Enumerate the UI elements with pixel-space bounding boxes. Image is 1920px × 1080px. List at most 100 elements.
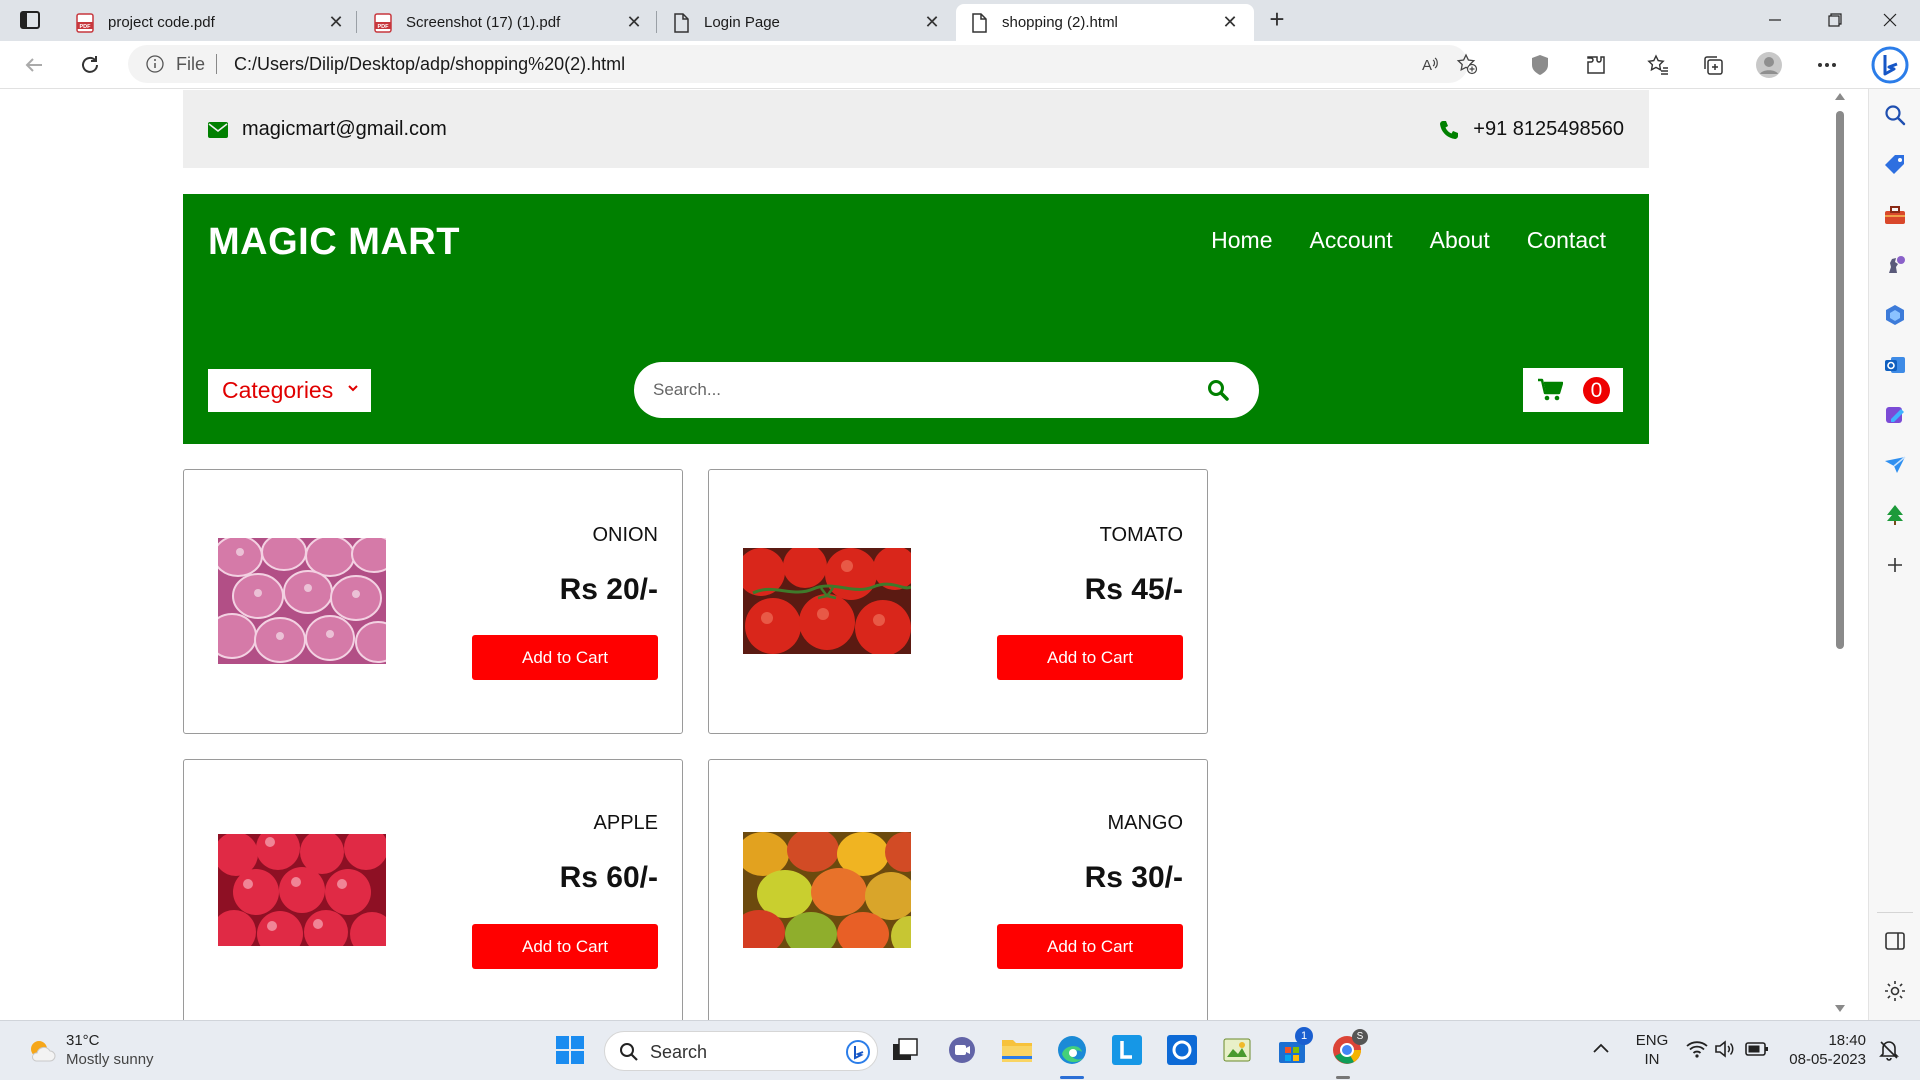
task-view-icon[interactable] (888, 1033, 922, 1067)
favorites-icon[interactable] (1644, 51, 1672, 79)
product-price: Rs 30/- (1084, 861, 1183, 894)
chrome-icon[interactable]: S (1330, 1029, 1368, 1067)
file-explorer-icon[interactable] (1000, 1033, 1034, 1067)
nav-link-contact[interactable]: Contact (1527, 227, 1606, 254)
windows-taskbar: 31°C Mostly sunny Search 1 S ENG IN 18:4… (0, 1020, 1920, 1080)
drop-icon[interactable] (1883, 453, 1907, 477)
window-close-icon[interactable] (1860, 0, 1920, 40)
clock[interactable]: 18:40 08-05-2023 (1784, 1031, 1866, 1069)
tab-divider (356, 11, 357, 33)
shopping-cart-icon (1538, 378, 1563, 401)
search-input[interactable] (653, 376, 1173, 404)
address-bar[interactable]: File C:/Users/Dilip/Desktop/adp/shopping… (128, 45, 1478, 83)
tab-divider (656, 11, 657, 33)
nav-link-about[interactable]: About (1430, 227, 1490, 254)
shield-icon[interactable] (1526, 51, 1554, 79)
split-pane-icon[interactable] (1883, 929, 1907, 953)
close-icon[interactable]: ✕ (1220, 12, 1240, 33)
scroll-up-arrow[interactable] (1835, 93, 1845, 100)
extensions-icon[interactable] (1582, 51, 1610, 79)
wifi-icon[interactable] (1686, 1040, 1708, 1058)
info-icon[interactable] (146, 55, 164, 73)
chevron-up-icon[interactable] (1592, 1042, 1610, 1054)
cart-count-badge: 0 (1583, 377, 1610, 404)
cortana-icon[interactable] (1165, 1033, 1199, 1067)
pdf-icon: PDF (76, 12, 94, 33)
teams-chat-icon[interactable] (945, 1033, 979, 1067)
back-arrow-icon[interactable] (20, 51, 48, 79)
scroll-down-arrow[interactable] (1835, 1005, 1845, 1012)
close-icon[interactable]: ✕ (326, 12, 346, 33)
close-icon[interactable]: ✕ (624, 12, 644, 33)
cart-button[interactable]: 0 (1523, 368, 1623, 412)
svg-text:PDF: PDF (378, 24, 390, 30)
add-to-cart-button[interactable]: Add to Cart (472, 924, 658, 969)
edge-browser-icon[interactable] (1055, 1033, 1089, 1067)
add-to-cart-button[interactable]: Add to Cart (997, 635, 1183, 680)
brand-logo[interactable]: MAGIC MART (208, 221, 460, 264)
page-icon (972, 12, 987, 33)
url-text[interactable]: C:/Users/Dilip/Desktop/adp/shopping%20(2… (234, 54, 625, 75)
microsoft-store-icon[interactable]: 1 (1275, 1027, 1313, 1067)
new-tab-icon[interactable]: + (1263, 6, 1291, 34)
paint-icon[interactable] (1220, 1033, 1254, 1067)
more-options-icon[interactable] (1813, 51, 1841, 79)
office-icon[interactable] (1883, 303, 1907, 327)
add-to-cart-button[interactable]: Add to Cart (997, 924, 1183, 969)
l-app-icon[interactable] (1110, 1033, 1144, 1067)
onion-image (218, 538, 386, 664)
browser-tab-strip: PDF project code.pdf ✕ PDF Screenshot (1… (0, 0, 1920, 41)
product-card-onion: ONION Rs 20/- Add to Cart (183, 469, 683, 734)
product-card-mango: MANGO Rs 30/- Add to Cart (708, 759, 1208, 1020)
search-icon[interactable] (1207, 379, 1229, 401)
restore-icon[interactable] (1805, 0, 1865, 40)
read-aloud-icon[interactable]: A (1420, 54, 1440, 74)
tools-icon[interactable] (1883, 203, 1907, 227)
scheme-label: File (176, 54, 206, 74)
nav-link-home[interactable]: Home (1211, 227, 1272, 254)
tab-project-code-pdf[interactable]: PDF project code.pdf ✕ (62, 4, 360, 41)
settings-gear-icon[interactable] (1883, 979, 1907, 1003)
add-to-cart-button[interactable]: Add to Cart (472, 635, 658, 680)
shopping-tag-icon[interactable] (1883, 153, 1907, 177)
designer-icon[interactable] (1883, 403, 1907, 427)
tab-screenshot-pdf[interactable]: PDF Screenshot (17) (1).pdf ✕ (360, 4, 658, 41)
bing-copilot-icon[interactable] (1870, 45, 1910, 85)
windows-start-icon[interactable] (553, 1033, 587, 1067)
search-icon[interactable] (1883, 103, 1907, 127)
add-icon[interactable] (1883, 553, 1907, 577)
outlook-icon[interactable] (1883, 353, 1907, 377)
volume-icon[interactable] (1714, 1040, 1736, 1058)
product-card-apple: APPLE Rs 60/- Add to Cart (183, 759, 683, 1020)
notification-badge: 1 (1295, 1027, 1313, 1045)
profile-avatar-icon[interactable] (1755, 51, 1783, 79)
web-page: magicmart@gmail.com +91 8125498560 MAGIC… (0, 89, 1828, 1020)
language-indicator[interactable]: ENG IN (1632, 1031, 1672, 1069)
mango-image (743, 832, 911, 948)
bing-icon (846, 1040, 870, 1064)
sidebar-divider (1877, 912, 1913, 913)
weather-widget[interactable]: 31°C Mostly sunny (26, 1031, 154, 1069)
add-favorite-icon[interactable] (1456, 53, 1478, 75)
tab-shopping-html[interactable]: shopping (2).html ✕ (956, 4, 1254, 41)
games-icon[interactable] (1883, 253, 1907, 277)
notification-bell-icon[interactable] (1878, 1039, 1900, 1061)
envelope-icon (208, 121, 228, 138)
close-icon[interactable]: ✕ (922, 12, 942, 33)
minimize-icon[interactable] (1745, 0, 1805, 40)
tab-login-page[interactable]: Login Page ✕ (658, 4, 956, 41)
categories-dropdown[interactable]: Categories (208, 369, 371, 412)
collections-icon[interactable] (1699, 51, 1727, 79)
product-name: APPLE (593, 812, 658, 834)
running-app-indicator (1336, 1076, 1350, 1079)
address-divider (216, 54, 217, 74)
taskbar-search[interactable]: Search (604, 1031, 878, 1071)
tab-actions-icon[interactable] (18, 8, 42, 32)
nav-link-account[interactable]: Account (1310, 227, 1393, 254)
page-scrollbar[interactable] (1830, 89, 1850, 1020)
main-nav: Home Account About Contact (1211, 227, 1606, 254)
tree-icon[interactable] (1883, 503, 1907, 527)
battery-icon[interactable] (1745, 1041, 1769, 1057)
refresh-icon[interactable] (76, 51, 104, 79)
scroll-thumb[interactable] (1836, 111, 1844, 649)
